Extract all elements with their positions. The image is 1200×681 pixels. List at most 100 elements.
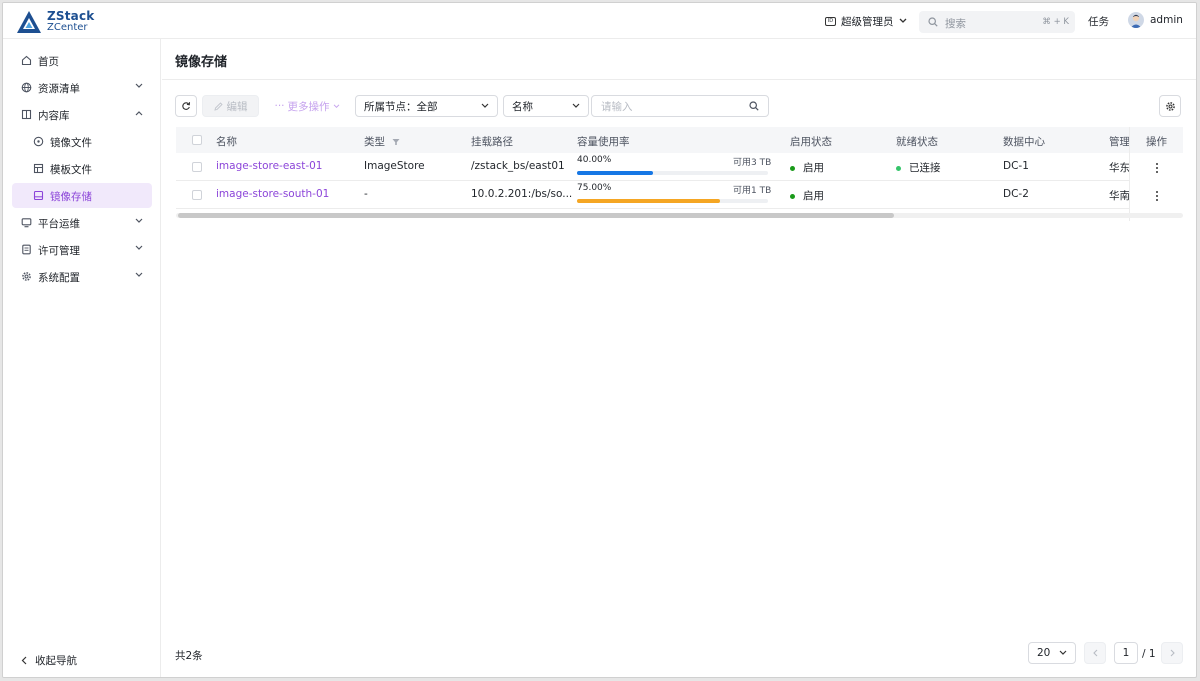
status-dot-icon: [790, 165, 795, 171]
usage-percent: 75.00%: [577, 183, 612, 193]
search-input-placeholder: 请输入: [601, 100, 633, 113]
chevron-down-icon: [135, 272, 143, 277]
sidebar-item-operations[interactable]: 平台运维: [12, 210, 152, 235]
storage-type: ImageStore: [364, 160, 425, 172]
row-checkbox[interactable]: [192, 162, 202, 172]
more-actions-button[interactable]: ··· 更多操作: [262, 95, 352, 117]
globe-icon: [21, 82, 32, 93]
sidebar-item-license[interactable]: 许可管理: [12, 237, 152, 262]
column-header-enable-state[interactable]: 启用状态: [790, 134, 832, 149]
sidebar-item-content-library[interactable]: 内容库: [12, 102, 152, 127]
avatar-icon: [1130, 14, 1142, 28]
storage-icon: [33, 190, 44, 201]
sidebar-item-resources[interactable]: 资源清单: [12, 75, 152, 100]
chevron-down-icon: [572, 103, 580, 108]
column-header-mount-path[interactable]: 挂载路径: [471, 134, 513, 149]
sidebar-item-image-files[interactable]: 镜像文件: [12, 129, 152, 154]
sidebar-item-label: 系统配置: [38, 272, 80, 284]
chevron-down-icon: [333, 103, 339, 108]
usage-percent: 40.00%: [577, 155, 612, 165]
chevron-down-icon: [899, 18, 906, 23]
sidebar-item-system-config[interactable]: 系统配置: [12, 264, 152, 289]
search-field-label: 名称: [512, 100, 533, 113]
search-input[interactable]: 请输入: [591, 95, 769, 117]
gear-icon: [22, 272, 31, 281]
select-all-checkbox[interactable]: [192, 135, 202, 145]
sidebar-item-template-files[interactable]: 模板文件: [12, 156, 152, 181]
role-switcher[interactable]: ID 超级管理员: [825, 12, 907, 30]
row-actions-kebab-icon[interactable]: [1156, 163, 1159, 175]
node-filter-select[interactable]: 所属节点：全部: [355, 95, 498, 117]
current-page-input[interactable]: 1: [1114, 642, 1138, 664]
user-avatar[interactable]: [1128, 12, 1144, 28]
user-name[interactable]: admin: [1150, 14, 1183, 26]
column-header-name[interactable]: 名称: [216, 134, 237, 149]
pencil-icon: [213, 101, 223, 111]
search-field-select[interactable]: 名称: [503, 95, 589, 117]
table-row[interactable]: image-store-south-01 - 10.0.2.201:/bs/so…: [176, 181, 1183, 209]
sidebar-item-label: 模板文件: [50, 164, 92, 176]
datacenter: DC-1: [1003, 160, 1029, 172]
column-header-manage[interactable]: 管理: [1109, 134, 1130, 149]
filter-icon[interactable]: [392, 138, 400, 146]
template-icon: [33, 163, 44, 174]
column-header-datacenter[interactable]: 数据中心: [1003, 134, 1045, 149]
table-row[interactable]: image-store-east-01 ImageStore /zstack_b…: [176, 153, 1183, 181]
enable-state-label: 启用: [803, 162, 824, 174]
chevron-right-icon: [1170, 649, 1175, 657]
disc-icon: [33, 136, 44, 147]
zstack-logo-icon: [17, 11, 41, 33]
page-title: 镜像存储: [175, 55, 228, 70]
tasks-button[interactable]: 任务: [1088, 14, 1109, 29]
home-icon: [21, 55, 32, 66]
row-checkbox[interactable]: [192, 190, 202, 200]
edit-button[interactable]: 编辑: [202, 95, 259, 117]
enable-state: 启用: [790, 160, 824, 175]
id-card-icon: ID: [825, 16, 836, 26]
horizontal-scrollbar[interactable]: [176, 213, 1183, 218]
column-header-type[interactable]: 类型: [364, 134, 400, 149]
operations-header: 操作: [1130, 127, 1183, 153]
chevron-up-icon: [135, 111, 143, 116]
table-header: 名称 类型 挂载路径 容量使用率 启用状态 就绪状态 数据中心 管理: [176, 127, 1183, 153]
storage-name-link[interactable]: image-store-east-01: [216, 160, 322, 172]
logo-text-primary: ZStack: [47, 9, 95, 23]
sidebar-item-label: 镜像文件: [50, 137, 92, 149]
column-header-usage[interactable]: 容量使用率: [577, 134, 630, 149]
monitor-icon: [21, 218, 32, 228]
sidebar: 首页 资源清单 内容库 镜像文件 模板文件 镜像存储 平台运维 许可管理 系统配…: [3, 39, 161, 677]
refresh-icon: [182, 102, 191, 110]
chevron-down-icon: [481, 103, 489, 108]
total-count: 共2条: [175, 650, 203, 662]
current-page-value: 1: [1122, 647, 1130, 659]
book-icon: [21, 109, 32, 120]
next-page-button[interactable]: [1161, 642, 1183, 664]
refresh-button[interactable]: [175, 95, 197, 117]
logo-text-secondary: ZCenter: [47, 22, 88, 33]
prev-page-button[interactable]: [1084, 642, 1106, 664]
column-header-ready-state[interactable]: 就绪状态: [896, 134, 938, 149]
mount-path: 10.0.2.201:/bs/so...: [471, 188, 573, 200]
collapse-nav-button[interactable]: 收起导航: [21, 653, 77, 668]
sidebar-item-home[interactable]: 首页: [12, 48, 152, 73]
scrollbar-thumb[interactable]: [178, 213, 894, 218]
row-actions-kebab-icon[interactable]: [1156, 191, 1159, 203]
datacenter: DC-2: [1003, 188, 1029, 200]
search-icon: [928, 17, 938, 27]
storage-name-link[interactable]: image-store-south-01: [216, 188, 329, 200]
chevron-left-icon: [21, 656, 27, 665]
logo[interactable]: ZStack ZCenter: [17, 9, 127, 35]
page-size-select[interactable]: 20: [1028, 642, 1076, 664]
search-icon: [749, 101, 759, 111]
total-pages: / 1: [1142, 648, 1156, 660]
sidebar-item-image-storage[interactable]: 镜像存储: [12, 183, 152, 208]
chevron-down-icon: [135, 83, 143, 88]
sidebar-item-label: 平台运维: [38, 218, 80, 230]
storage-type: -: [364, 188, 368, 200]
usage-bar-track: [577, 199, 768, 203]
search-placeholder: 搜索: [945, 18, 966, 30]
more-actions-label: 更多操作: [287, 100, 330, 113]
table-settings-button[interactable]: [1159, 95, 1181, 117]
gear-icon: [1165, 101, 1175, 111]
global-search[interactable]: 搜索 ⌘ + K: [919, 11, 1075, 33]
